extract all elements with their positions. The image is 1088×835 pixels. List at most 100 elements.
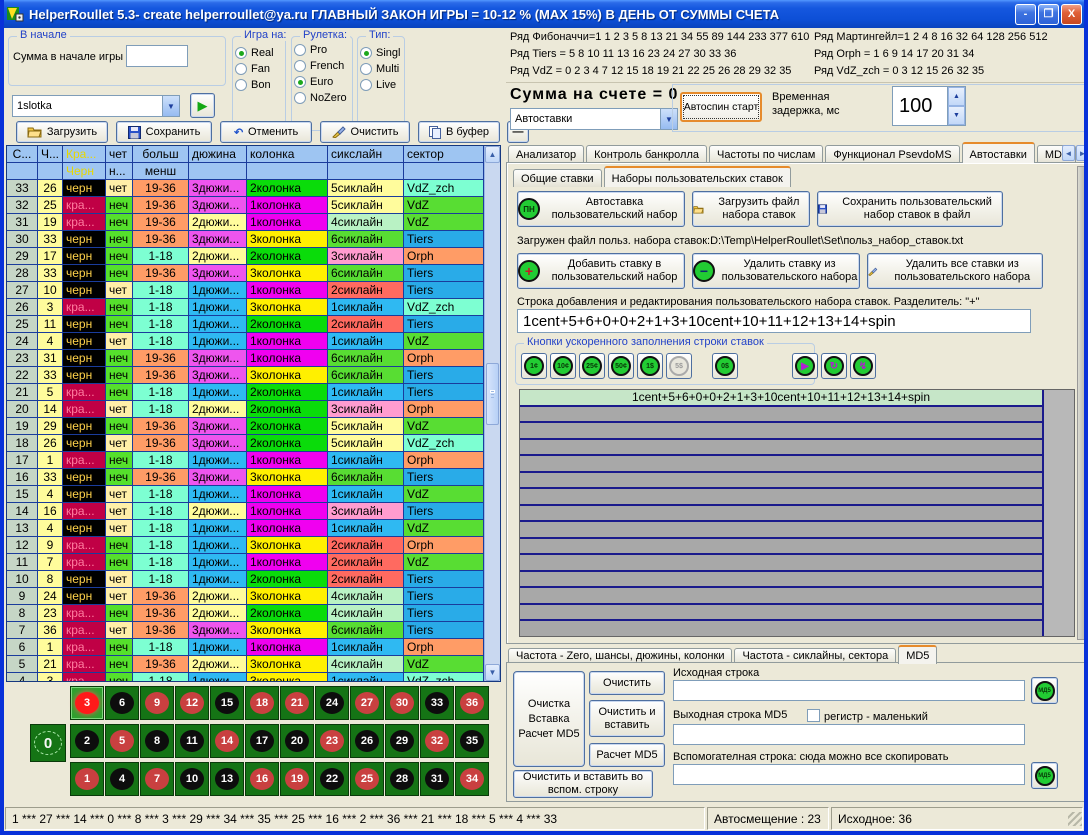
scroll-down-icon[interactable]: ▼ [485, 664, 500, 681]
quick-refresh-button[interactable]: ↻ [821, 353, 847, 379]
run-preset-button[interactable]: ▶ [190, 93, 215, 118]
board-cell-2[interactable]: 2 [70, 724, 104, 758]
radio-wheel-euro[interactable]: Euro [294, 76, 350, 88]
board-cell-8[interactable]: 8 [140, 724, 174, 758]
board-cell-35[interactable]: 35 [455, 724, 489, 758]
md5-output-input[interactable] [673, 724, 1025, 745]
md5-source-input[interactable] [673, 680, 1025, 701]
table-row[interactable]: 154чернчет1-181дюжи...1колонка1сиклайнVd… [7, 486, 484, 503]
bets-list-row-active[interactable]: 1cent+5+6+0+0+2+1+3+10cent+10+11+12+13+1… [520, 390, 1042, 407]
lowercase-checkbox[interactable] [807, 709, 820, 722]
board-cell-25[interactable]: 25 [350, 762, 384, 796]
table-row[interactable]: 2511черннеч1-181дюжи...2колонка2сиклайнT… [7, 316, 484, 333]
board-cell-24[interactable]: 24 [315, 686, 349, 720]
table-row[interactable]: 1929черннеч19-363дюжи...2колонка5сиклайн… [7, 418, 484, 435]
radio-wheel-french[interactable]: French [294, 60, 350, 72]
board-cell-30[interactable]: 30 [385, 686, 419, 720]
board-cell-1[interactable]: 1 [70, 762, 104, 796]
board-cell-17[interactable]: 17 [245, 724, 279, 758]
board-cell-28[interactable]: 28 [385, 762, 419, 796]
radio-game-bon[interactable]: Bon [235, 79, 283, 91]
user-bets-list[interactable]: 1cent+5+6+0+0+2+1+3+10cent+10+11+12+13+1… [519, 389, 1075, 637]
board-cell-27[interactable]: 27 [350, 686, 384, 720]
table-row[interactable]: 1633черннеч19-363дюжи...3колонка6сиклайн… [7, 469, 484, 486]
bets-list-row[interactable] [520, 440, 1042, 457]
save-button[interactable]: Сохранить [116, 121, 212, 143]
autospin-start-button[interactable]: Автоспин старт [680, 92, 762, 122]
table-row[interactable]: 129кра...неч1-181дюжи...3колонка2сиклайн… [7, 537, 484, 554]
bets-list-row[interactable] [520, 407, 1042, 424]
tab-scroll-right-icon[interactable]: ► [1076, 145, 1088, 161]
copy-buffer-button[interactable]: В буфер [418, 121, 500, 143]
tab-sub-1[interactable]: Наборы пользовательских ставок [604, 166, 791, 187]
table-row[interactable]: 61кра...неч1-181дюжи...1колонка1сиклайнO… [7, 639, 484, 656]
table-row[interactable]: 2917черннеч1-182дюжи...2колонка3сиклайнO… [7, 248, 484, 265]
table-row[interactable]: 215кра...неч1-181дюжи...2колонка1сиклайн… [7, 384, 484, 401]
md5-calc-button[interactable]: Расчет MD5 [589, 743, 665, 767]
save-bets-file-button[interactable]: Сохранить пользовательский набор ставок … [817, 191, 1003, 227]
md5-aux-input[interactable] [673, 764, 1025, 785]
preset-combobox[interactable]: 1slotka ▼ [12, 95, 180, 117]
md5-source-run-button[interactable]: МД5 [1031, 677, 1058, 704]
table-row[interactable]: 117кра...неч1-181дюжи...1колонка2сиклайн… [7, 554, 484, 571]
board-cell-13[interactable]: 13 [210, 762, 244, 796]
board-cell-9[interactable]: 9 [140, 686, 174, 720]
coin-button-50c[interactable]: 50¢ [608, 353, 634, 379]
board-cell-19[interactable]: 19 [280, 762, 314, 796]
table-row[interactable]: 171кра...неч1-181дюжи...1колонка1сиклайн… [7, 452, 484, 469]
coin-button-0d[interactable]: 0$ [712, 353, 738, 379]
radio-wheel-pro[interactable]: Pro [294, 44, 350, 56]
bets-list-row[interactable] [520, 489, 1042, 506]
bets-list-row[interactable] [520, 473, 1042, 490]
autoset-user-button[interactable]: ПН Автоставка пользовательский набор [517, 191, 685, 227]
board-cell-29[interactable]: 29 [385, 724, 419, 758]
board-cell-22[interactable]: 22 [315, 762, 349, 796]
board-cell-16[interactable]: 16 [245, 762, 279, 796]
table-row[interactable]: 2331черннеч19-363дюжи...1колонка6сиклайн… [7, 350, 484, 367]
board-cell-15[interactable]: 15 [210, 686, 244, 720]
table-row[interactable]: 521кра...неч19-362дюжи...3колонка4сиклай… [7, 656, 484, 673]
bets-list-row[interactable] [520, 572, 1042, 589]
board-cell-12[interactable]: 12 [175, 686, 209, 720]
md5-aux-run-button[interactable]: МД5 [1031, 762, 1058, 789]
maximize-button[interactable]: ❐ [1038, 4, 1059, 25]
clear-button[interactable]: Очистить [320, 121, 410, 143]
board-cell-14[interactable]: 14 [210, 724, 244, 758]
board-cell-33[interactable]: 33 [420, 686, 454, 720]
table-row[interactable]: 2233черннеч19-363дюжи...3колонка6сиклайн… [7, 367, 484, 384]
board-cell-5[interactable]: 5 [105, 724, 139, 758]
board-cell-4[interactable]: 4 [105, 762, 139, 796]
table-row[interactable]: 823кра...неч19-362дюжи...2колонка4сиклай… [7, 605, 484, 622]
bets-list-row[interactable] [520, 539, 1042, 556]
chevron-down-icon[interactable]: ▼ [162, 96, 179, 116]
autobets-combobox[interactable]: Автоставки ▼ [510, 108, 678, 130]
board-cell-7[interactable]: 7 [140, 762, 174, 796]
remove-all-bets-button[interactable]: Удалить все ставки из пользовательского … [867, 253, 1043, 289]
radio-wheel-nozero[interactable]: NoZero [294, 92, 350, 104]
table-row[interactable]: 134чернчет1-181дюжи...1колонка1сиклайнVd… [7, 520, 484, 537]
table-row[interactable]: 43кра...неч1-181дюжи...3колонка1сиклайнV… [7, 673, 484, 682]
md5-big-button[interactable]: Очистка Вставка Расчет MD5 [513, 671, 585, 767]
md5-clear-paste-aux-button[interactable]: Очистить и вставить во вспом. строку [513, 770, 653, 798]
board-cell-3[interactable]: 3 [70, 686, 104, 720]
table-row[interactable]: 263кра...неч1-181дюжи...3колонка1сиклайн… [7, 299, 484, 316]
tab-scroll-left-icon[interactable]: ◄ [1062, 145, 1075, 161]
table-scrollbar[interactable]: ▲ ▼ [484, 146, 500, 681]
board-cell-34[interactable]: 34 [455, 762, 489, 796]
table-row[interactable]: 244чернчет1-181дюжи...1колонка1сиклайнVd… [7, 333, 484, 350]
table-row[interactable]: 1826чернчет19-363дюжи...2колонка5сиклайн… [7, 435, 484, 452]
tab-top-3[interactable]: Функционал PsevdoMS [825, 145, 959, 163]
quick-play-button[interactable]: ▶ [792, 353, 818, 379]
bets-list-row[interactable] [520, 423, 1042, 440]
table-row[interactable]: 3119кра...неч19-362дюжи...1колонка4сикла… [7, 214, 484, 231]
board-zero-cell[interactable]: 0 [30, 724, 66, 762]
board-cell-10[interactable]: 10 [175, 762, 209, 796]
table-row[interactable]: 1416кра...чет1-182дюжи...1колонка3сиклай… [7, 503, 484, 520]
scroll-thumb[interactable] [486, 363, 499, 425]
bets-list-row[interactable] [520, 522, 1042, 539]
radio-game-fan[interactable]: Fan [235, 63, 283, 75]
bets-list-row[interactable] [520, 506, 1042, 523]
board-cell-23[interactable]: 23 [315, 724, 349, 758]
tab-top-0[interactable]: Анализатор [508, 145, 584, 163]
table-row[interactable]: 924чернчет19-362дюжи...3колонка4сиклайнT… [7, 588, 484, 605]
